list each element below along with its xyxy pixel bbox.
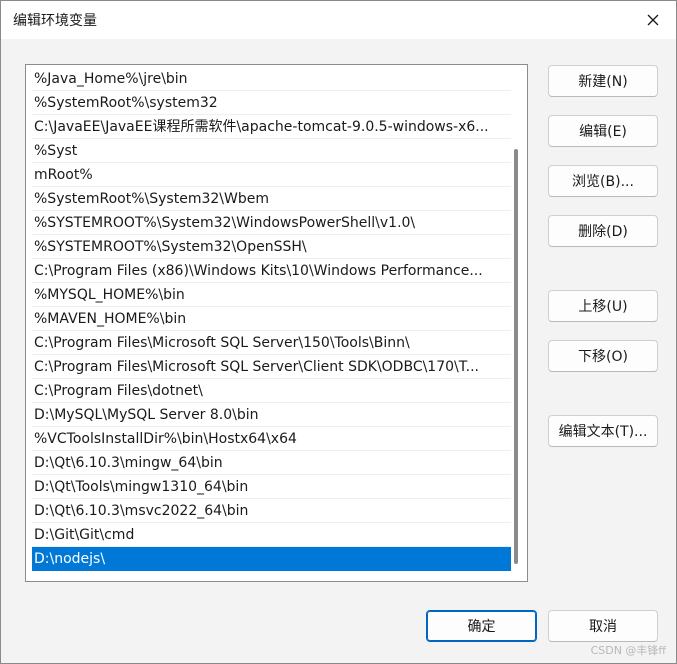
list-item[interactable]: %VCToolsInstallDir%\bin\Hostx64\x64: [32, 427, 511, 451]
delete-button[interactable]: 删除(D): [548, 215, 658, 247]
list-item[interactable]: D:\MySQL\MySQL Server 8.0\bin: [32, 403, 511, 427]
list-item-selected[interactable]: D:\nodejs\: [32, 547, 511, 571]
watermark: CSDN @丰锋ff: [590, 644, 666, 657]
edit-text-button[interactable]: 编辑文本(T)...: [548, 415, 658, 447]
list-item[interactable]: D:\Git\Git\cmd: [32, 523, 511, 547]
list-item[interactable]: D:\Qt\6.10.3\mingw_64\bin: [32, 451, 511, 475]
list-item[interactable]: %SystemRoot%\system32: [32, 91, 511, 115]
move-down-button[interactable]: 下移(O): [548, 340, 658, 372]
cancel-button[interactable]: 取消: [548, 610, 658, 642]
list-item[interactable]: C:\Program Files\Microsoft SQL Server\15…: [32, 331, 511, 355]
move-up-button[interactable]: 上移(U): [548, 290, 658, 322]
close-icon: [647, 14, 659, 26]
edit-env-var-dialog: 编辑环境变量 %Java_Home%\jre\bin %SystemRoot%\s…: [0, 0, 677, 664]
list-item[interactable]: %Syst: [32, 139, 511, 163]
browse-button[interactable]: 浏览(B)...: [548, 165, 658, 197]
list-item[interactable]: D:\Qt\Tools\mingw1310_64\bin: [32, 475, 511, 499]
list-item[interactable]: C:\JavaEE\JavaEE课程所需软件\apache-tomcat-9.0…: [32, 115, 511, 139]
path-list-items: %Java_Home%\jre\bin %SystemRoot%\system32…: [32, 67, 511, 571]
list-item[interactable]: %Java_Home%\jre\bin: [32, 67, 511, 91]
window-title: 编辑环境变量: [13, 13, 97, 29]
list-item[interactable]: mRoot%: [32, 163, 511, 187]
path-list[interactable]: %Java_Home%\jre\bin %SystemRoot%\system32…: [25, 64, 528, 582]
list-item[interactable]: %SYSTEMROOT%\System32\OpenSSH\: [32, 235, 511, 259]
list-item[interactable]: C:\Program Files\dotnet\: [32, 379, 511, 403]
ok-button[interactable]: 确定: [426, 610, 537, 642]
list-item[interactable]: D:\Qt\6.10.3\msvc2022_64\bin: [32, 499, 511, 523]
title-bar: 编辑环境变量: [1, 1, 676, 39]
close-button[interactable]: [630, 1, 676, 39]
vertical-scrollbar[interactable]: [513, 69, 519, 577]
list-item[interactable]: %MYSQL_HOME%\bin: [32, 283, 511, 307]
list-item[interactable]: %SYSTEMROOT%\System32\WindowsPowerShell\…: [32, 211, 511, 235]
list-item[interactable]: %SystemRoot%\System32\Wbem: [32, 187, 511, 211]
list-item[interactable]: C:\Program Files (x86)\Windows Kits\10\W…: [32, 259, 511, 283]
list-item[interactable]: %MAVEN_HOME%\bin: [32, 307, 511, 331]
edit-button[interactable]: 编辑(E): [548, 115, 658, 147]
new-button[interactable]: 新建(N): [548, 65, 658, 97]
scrollbar-thumb[interactable]: [514, 149, 518, 564]
list-item[interactable]: C:\Program Files\Microsoft SQL Server\Cl…: [32, 355, 511, 379]
